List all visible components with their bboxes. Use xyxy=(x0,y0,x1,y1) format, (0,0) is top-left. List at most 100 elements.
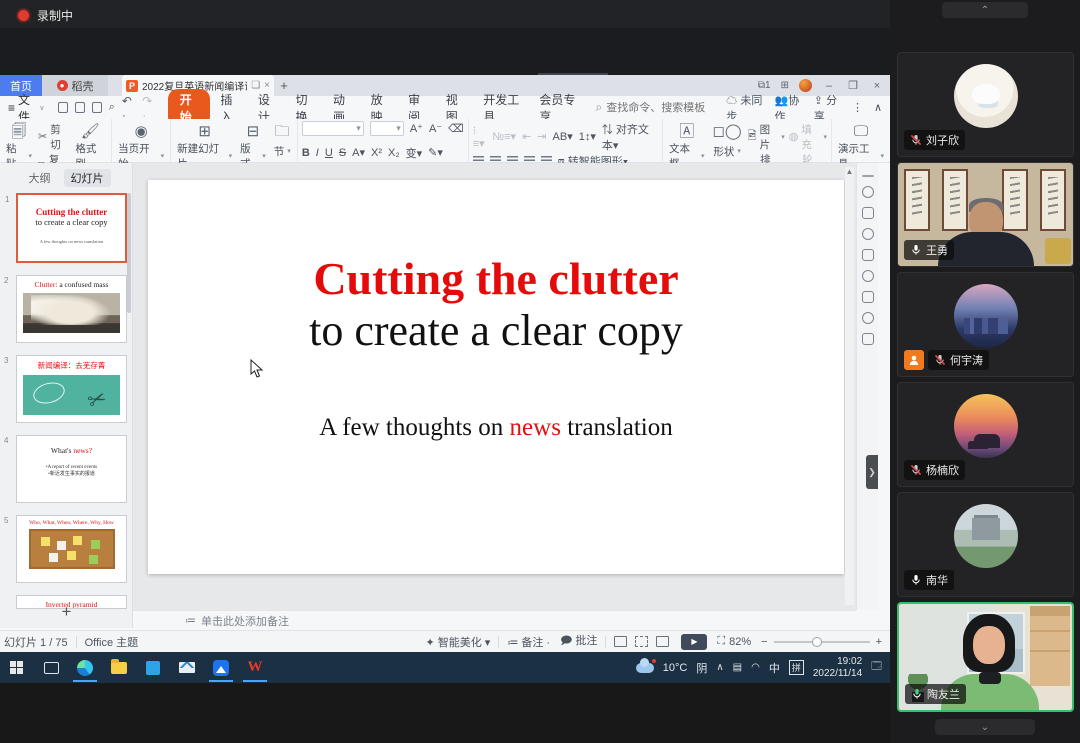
participant-tile[interactable]: 王勇 xyxy=(897,162,1074,267)
collapse-ribbon-icon[interactable]: ∧ xyxy=(874,101,882,114)
text-box-button[interactable]: 🄰 文本框▾ xyxy=(667,121,706,161)
participant-tile-speaking[interactable]: 陶友兰 xyxy=(897,602,1074,712)
add-slide-button[interactable]: + xyxy=(0,602,133,622)
highlight-button[interactable]: ✎▾ xyxy=(428,146,443,159)
animation-pane-icon[interactable] xyxy=(862,249,874,261)
collapse-down-button[interactable]: ⌄ xyxy=(935,719,1035,735)
print-preview-icon[interactable]: ⌕ xyxy=(109,101,115,114)
fill-button[interactable]: ◍填充▾ xyxy=(789,122,827,152)
reading-view-icon[interactable] xyxy=(656,636,669,647)
weather-icon[interactable] xyxy=(636,663,654,673)
search-input[interactable] xyxy=(606,102,726,114)
bold-button[interactable]: B xyxy=(302,147,310,159)
subscript-button[interactable]: X₂ xyxy=(388,147,400,159)
notes-bar[interactable]: ≔ 单击此处添加备注 xyxy=(133,610,856,630)
wps-office-icon[interactable]: W xyxy=(238,652,272,683)
task-view-button[interactable] xyxy=(34,652,68,683)
font-size-combobox[interactable]: ▾ xyxy=(370,121,404,136)
font-color-button[interactable]: A▾ xyxy=(352,146,365,159)
increase-indent-button[interactable]: ⇥ xyxy=(537,130,546,143)
underline-button[interactable]: U xyxy=(325,147,333,159)
output-icon[interactable] xyxy=(75,102,85,113)
superscript-button[interactable]: X² xyxy=(371,147,382,159)
smart-beautify-button[interactable]: ✦ 智能美化 ▾ xyxy=(425,634,490,650)
theme-name[interactable]: Office 主题 xyxy=(85,634,139,650)
participant-tile[interactable]: 杨楠欣 xyxy=(897,382,1074,487)
save-icon[interactable] xyxy=(58,102,68,113)
layout-button[interactable]: ⊟ 版式▾ xyxy=(238,121,268,161)
font-family-combobox[interactable]: ▾ xyxy=(302,121,364,136)
fit-slide-icon[interactable]: ⛶ xyxy=(717,635,725,648)
slideshow-play-button[interactable]: ▶ xyxy=(681,634,707,650)
align-text-button[interactable]: ⇅ 对齐文本▾ xyxy=(602,121,658,153)
slide-thumbnail-1[interactable]: 1 Cutting the clutter to create a clear … xyxy=(16,193,127,263)
ime-grid-icon[interactable]: 拼 xyxy=(789,660,804,675)
decrease-indent-button[interactable]: ⇤ xyxy=(522,130,531,143)
clear-format-icon[interactable]: ⌫ xyxy=(448,122,464,135)
weather-condition[interactable]: 阴 xyxy=(696,660,707,676)
zoom-level[interactable]: 82% xyxy=(729,636,751,648)
bullet-list-button[interactable]: ⁝≡▾ xyxy=(473,124,487,150)
account-avatar[interactable] xyxy=(799,79,812,92)
beautify-icon[interactable] xyxy=(862,228,874,240)
collapse-up-button[interactable]: ⌃ xyxy=(942,2,1028,18)
more-menu-icon[interactable]: ⋮ xyxy=(852,101,863,114)
participant-tile[interactable]: 何宇涛 xyxy=(897,272,1074,377)
redo-icon[interactable]: ↷ · xyxy=(142,94,155,122)
close-window-button[interactable]: × xyxy=(870,80,884,92)
normal-view-icon[interactable] xyxy=(614,636,627,647)
text-direction-button[interactable]: AB▾ xyxy=(553,130,573,143)
window-list-icon[interactable]: ⧉1 xyxy=(758,80,771,91)
undo-icon[interactable]: ↶ · xyxy=(122,94,135,122)
canvas-scrollbar[interactable]: ▲ xyxy=(845,167,854,605)
ai-assistant-icon[interactable] xyxy=(862,186,874,198)
italic-button[interactable]: I xyxy=(316,147,319,159)
reading-layout-icon[interactable] xyxy=(862,333,874,345)
section-button[interactable]: 🗀 节▾ xyxy=(272,121,293,161)
minimize-button[interactable]: – xyxy=(822,80,836,92)
command-search[interactable]: ⌕ xyxy=(596,100,727,115)
chart-tool-icon[interactable] xyxy=(862,291,874,303)
phonetic-guide-button[interactable]: 变▾ xyxy=(406,145,423,161)
drag-handle[interactable] xyxy=(862,175,874,177)
comments-button[interactable]: 🗩 批注 xyxy=(560,632,597,651)
print-icon[interactable] xyxy=(92,102,102,113)
strikethrough-button[interactable]: S xyxy=(339,147,346,159)
hidden-icons-chevron[interactable]: ∧ xyxy=(716,662,723,673)
slide-thumbnail-3[interactable]: 3 新闻编译：去芜存菁 ✂ xyxy=(16,355,127,423)
zoom-out-button[interactable]: − xyxy=(761,636,767,648)
play-from-page-button[interactable]: ◉ 当页开始▾ xyxy=(116,121,166,161)
restore-button[interactable]: ❐ xyxy=(846,79,860,92)
zoom-in-button[interactable]: + xyxy=(876,636,882,648)
start-button[interactable] xyxy=(0,652,34,683)
wifi-icon[interactable]: ◠ xyxy=(751,662,760,673)
mail-icon[interactable] xyxy=(170,652,204,683)
scroll-up-icon[interactable]: ▲ xyxy=(845,167,854,176)
present-tools-button[interactable]: 🖵 演示工具▾ xyxy=(836,121,886,161)
app-grid-icon[interactable]: ⊞ xyxy=(781,80,789,91)
weather-temp[interactable]: 10°C xyxy=(663,662,688,674)
battery-icon[interactable]: ▤ xyxy=(733,662,742,673)
panel-scrollbar[interactable] xyxy=(127,193,131,313)
decrease-font-icon[interactable]: A⁻ xyxy=(429,122,442,135)
slide-sorter-icon[interactable] xyxy=(635,636,648,647)
paste-button[interactable]: 🗐 粘贴▾ xyxy=(4,121,34,161)
notes-toggle-button[interactable]: ≔ 备注 · xyxy=(507,634,550,650)
navigation-icon[interactable] xyxy=(862,312,874,324)
participant-tile[interactable]: 南华 xyxy=(897,492,1074,597)
slide-thumbnail-2[interactable]: 2 Clutter: a confused mass xyxy=(16,275,127,343)
notification-center-icon[interactable]: 🗔 xyxy=(871,659,882,676)
new-slide-button[interactable]: ⊞ 新建幻灯片▾ xyxy=(175,121,234,161)
clock[interactable]: 19:02 2022/11/14 xyxy=(813,656,862,679)
picture-button[interactable]: 🖻图片▾ xyxy=(748,122,785,152)
cut-button[interactable]: ✂剪切 xyxy=(38,122,69,152)
shape-button[interactable]: ◻◯ 形状▾ xyxy=(710,121,743,161)
timer-icon[interactable] xyxy=(862,270,874,282)
slide-thumbnail-4[interactable]: 4 What's news? •A report of recent event… xyxy=(16,435,127,503)
increase-font-icon[interactable]: A⁺ xyxy=(410,122,423,135)
participant-tile[interactable]: 刘子欣 xyxy=(897,52,1074,157)
tab-slides[interactable]: 幻灯片 xyxy=(64,169,111,187)
ime-indicator[interactable]: 中 xyxy=(769,660,780,676)
properties-icon[interactable] xyxy=(862,207,874,219)
tab-outline[interactable]: 大纲 xyxy=(22,169,58,187)
